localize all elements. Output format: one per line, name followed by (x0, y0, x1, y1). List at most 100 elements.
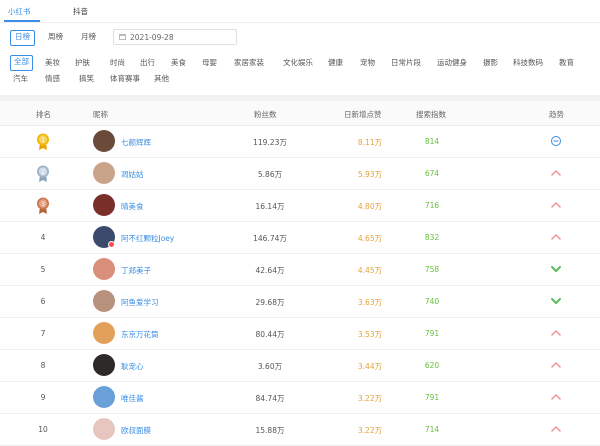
column-rank: 排名 (36, 110, 51, 119)
fans-count: 29.68万 (255, 298, 285, 307)
date-picker[interactable]: 2021-09-28 (113, 29, 237, 45)
rank-number: 8 (40, 361, 46, 370)
fans-count: 16.14万 (255, 202, 285, 211)
active-tab-indicator (4, 20, 40, 22)
fans-count: 146.74万 (253, 234, 287, 243)
search-index: 674 (424, 169, 440, 178)
trend-up-icon (551, 394, 561, 400)
table-row[interactable]: 1 七颜辉辉 119.23万 8.11万 814 (0, 126, 600, 158)
nickname-link[interactable]: 晴美食 (121, 201, 144, 212)
table-row[interactable]: 6 阿鱼爱学习 29.68万 3.63万 740 (0, 286, 600, 318)
daily-likes: 5.93万 (357, 170, 383, 179)
search-index: 791 (424, 329, 440, 338)
fans-count: 80.44万 (255, 330, 285, 339)
search-index: 620 (424, 361, 440, 370)
daily-likes: 8.11万 (357, 138, 383, 147)
nickname-link[interactable]: 阿鱼爱学习 (121, 297, 159, 308)
period-daily-button[interactable]: 日榜 (10, 30, 35, 46)
category-item[interactable]: 家居家装 (231, 56, 267, 70)
trend-flat-icon (551, 136, 561, 146)
nickname-link[interactable]: 东京万花筒 (121, 329, 159, 340)
nickname-link[interactable]: 欧叔面膜 (121, 425, 151, 436)
category-item[interactable]: 摄影 (480, 56, 501, 70)
category-item[interactable]: 文化娱乐 (280, 56, 316, 70)
table-row[interactable]: 3 晴美食 16.14万 4.80万 716 (0, 190, 600, 222)
tab-xiaohongshu[interactable]: 小红书 (8, 6, 31, 17)
fans-count: 3.60万 (257, 362, 283, 371)
category-item[interactable]: 搞笑 (76, 72, 97, 86)
calendar-icon (119, 34, 126, 40)
rank-number: 9 (40, 393, 46, 402)
avatar[interactable] (93, 258, 115, 280)
column-fans: 粉丝数 (254, 110, 277, 119)
nickname-link[interactable]: 阿不红颗粒Joey (121, 233, 174, 244)
category-item[interactable]: 体育赛事 (107, 72, 143, 86)
rank-number: 5 (40, 265, 46, 274)
table-row[interactable]: 4 阿不红颗粒Joey 146.74万 4.65万 832 (0, 222, 600, 254)
table-row[interactable]: 7 东京万花筒 80.44万 3.53万 791 (0, 318, 600, 350)
rank-number: 10 (38, 425, 48, 434)
daily-likes: 4.45万 (357, 266, 383, 275)
medal-rank: 3 (41, 201, 45, 208)
category-item[interactable]: 情感 (42, 72, 63, 86)
daily-likes: 3.63万 (357, 298, 383, 307)
category-item[interactable]: 宠物 (357, 56, 378, 70)
search-index: 791 (424, 393, 440, 402)
table-row[interactable]: 8 耿宠心 3.60万 3.44万 620 (0, 350, 600, 382)
category-item[interactable]: 健康 (325, 56, 346, 70)
fans-count: 84.74万 (255, 394, 285, 403)
nickname-link[interactable]: 唯佳酱 (121, 393, 144, 404)
category-item[interactable]: 运动健身 (434, 56, 470, 70)
avatar[interactable] (93, 418, 115, 440)
column-nickname: 昵称 (93, 110, 108, 119)
period-monthly-button[interactable]: 月榜 (77, 30, 100, 44)
medal-rank: 1 (41, 137, 45, 144)
table-row[interactable]: 5 丁郑美子 42.64万 4.45万 758 (0, 254, 600, 286)
medal-bronze-icon: 3 (37, 197, 49, 214)
nickname-link[interactable]: 凋姑姑 (121, 169, 144, 180)
category-item[interactable]: 母婴 (199, 56, 220, 70)
nickname-link[interactable]: 耿宠心 (121, 361, 144, 372)
search-index: 716 (424, 201, 440, 210)
date-value: 2021-09-28 (130, 33, 174, 42)
category-item[interactable]: 日常片段 (388, 56, 424, 70)
category-item[interactable]: 其他 (151, 72, 172, 86)
avatar[interactable] (93, 386, 115, 408)
table-row[interactable]: 2 凋姑姑 5.86万 5.93万 674 (0, 158, 600, 190)
avatar[interactable] (93, 130, 115, 152)
category-item[interactable]: 汽车 (10, 72, 31, 86)
period-weekly-button[interactable]: 周榜 (44, 30, 67, 44)
category-item[interactable]: 美食 (168, 56, 189, 70)
column-daily-likes: 日新增点赞 (344, 110, 382, 119)
category-all[interactable]: 全部 (10, 55, 33, 71)
platform-tabs: 小红书 抖音 (0, 0, 600, 23)
avatar[interactable] (93, 194, 115, 216)
daily-likes: 3.53万 (357, 330, 383, 339)
trend-up-icon (551, 362, 561, 368)
trend-up-icon (551, 234, 561, 240)
rank-number: 7 (40, 329, 46, 338)
fans-count: 5.86万 (257, 170, 283, 179)
table-row[interactable]: 9 唯佳酱 84.74万 3.22万 791 (0, 382, 600, 414)
daily-likes: 3.22万 (357, 394, 383, 403)
category-item[interactable]: 护肤 (72, 56, 93, 70)
nickname-link[interactable]: 丁郑美子 (121, 265, 151, 276)
table-row[interactable]: 10 欧叔面膜 15.88万 3.22万 714 (0, 414, 600, 446)
avatar[interactable] (93, 290, 115, 312)
category-item[interactable]: 教育 (556, 56, 577, 70)
search-index: 814 (424, 137, 440, 146)
fans-count: 119.23万 (253, 138, 287, 147)
category-item[interactable]: 时尚 (107, 56, 128, 70)
avatar[interactable] (93, 354, 115, 376)
tab-douyin[interactable]: 抖音 (73, 6, 88, 17)
category-item[interactable]: 出行 (137, 56, 158, 70)
rank-number: 6 (40, 297, 46, 306)
trend-down-icon (551, 266, 561, 272)
nickname-link[interactable]: 七颜辉辉 (121, 137, 151, 148)
category-item[interactable]: 美妆 (42, 56, 63, 70)
category-item[interactable]: 科技数码 (510, 56, 546, 70)
avatar[interactable] (93, 322, 115, 344)
search-index: 714 (424, 425, 440, 434)
column-trend: 趋势 (549, 110, 564, 119)
avatar[interactable] (93, 162, 115, 184)
